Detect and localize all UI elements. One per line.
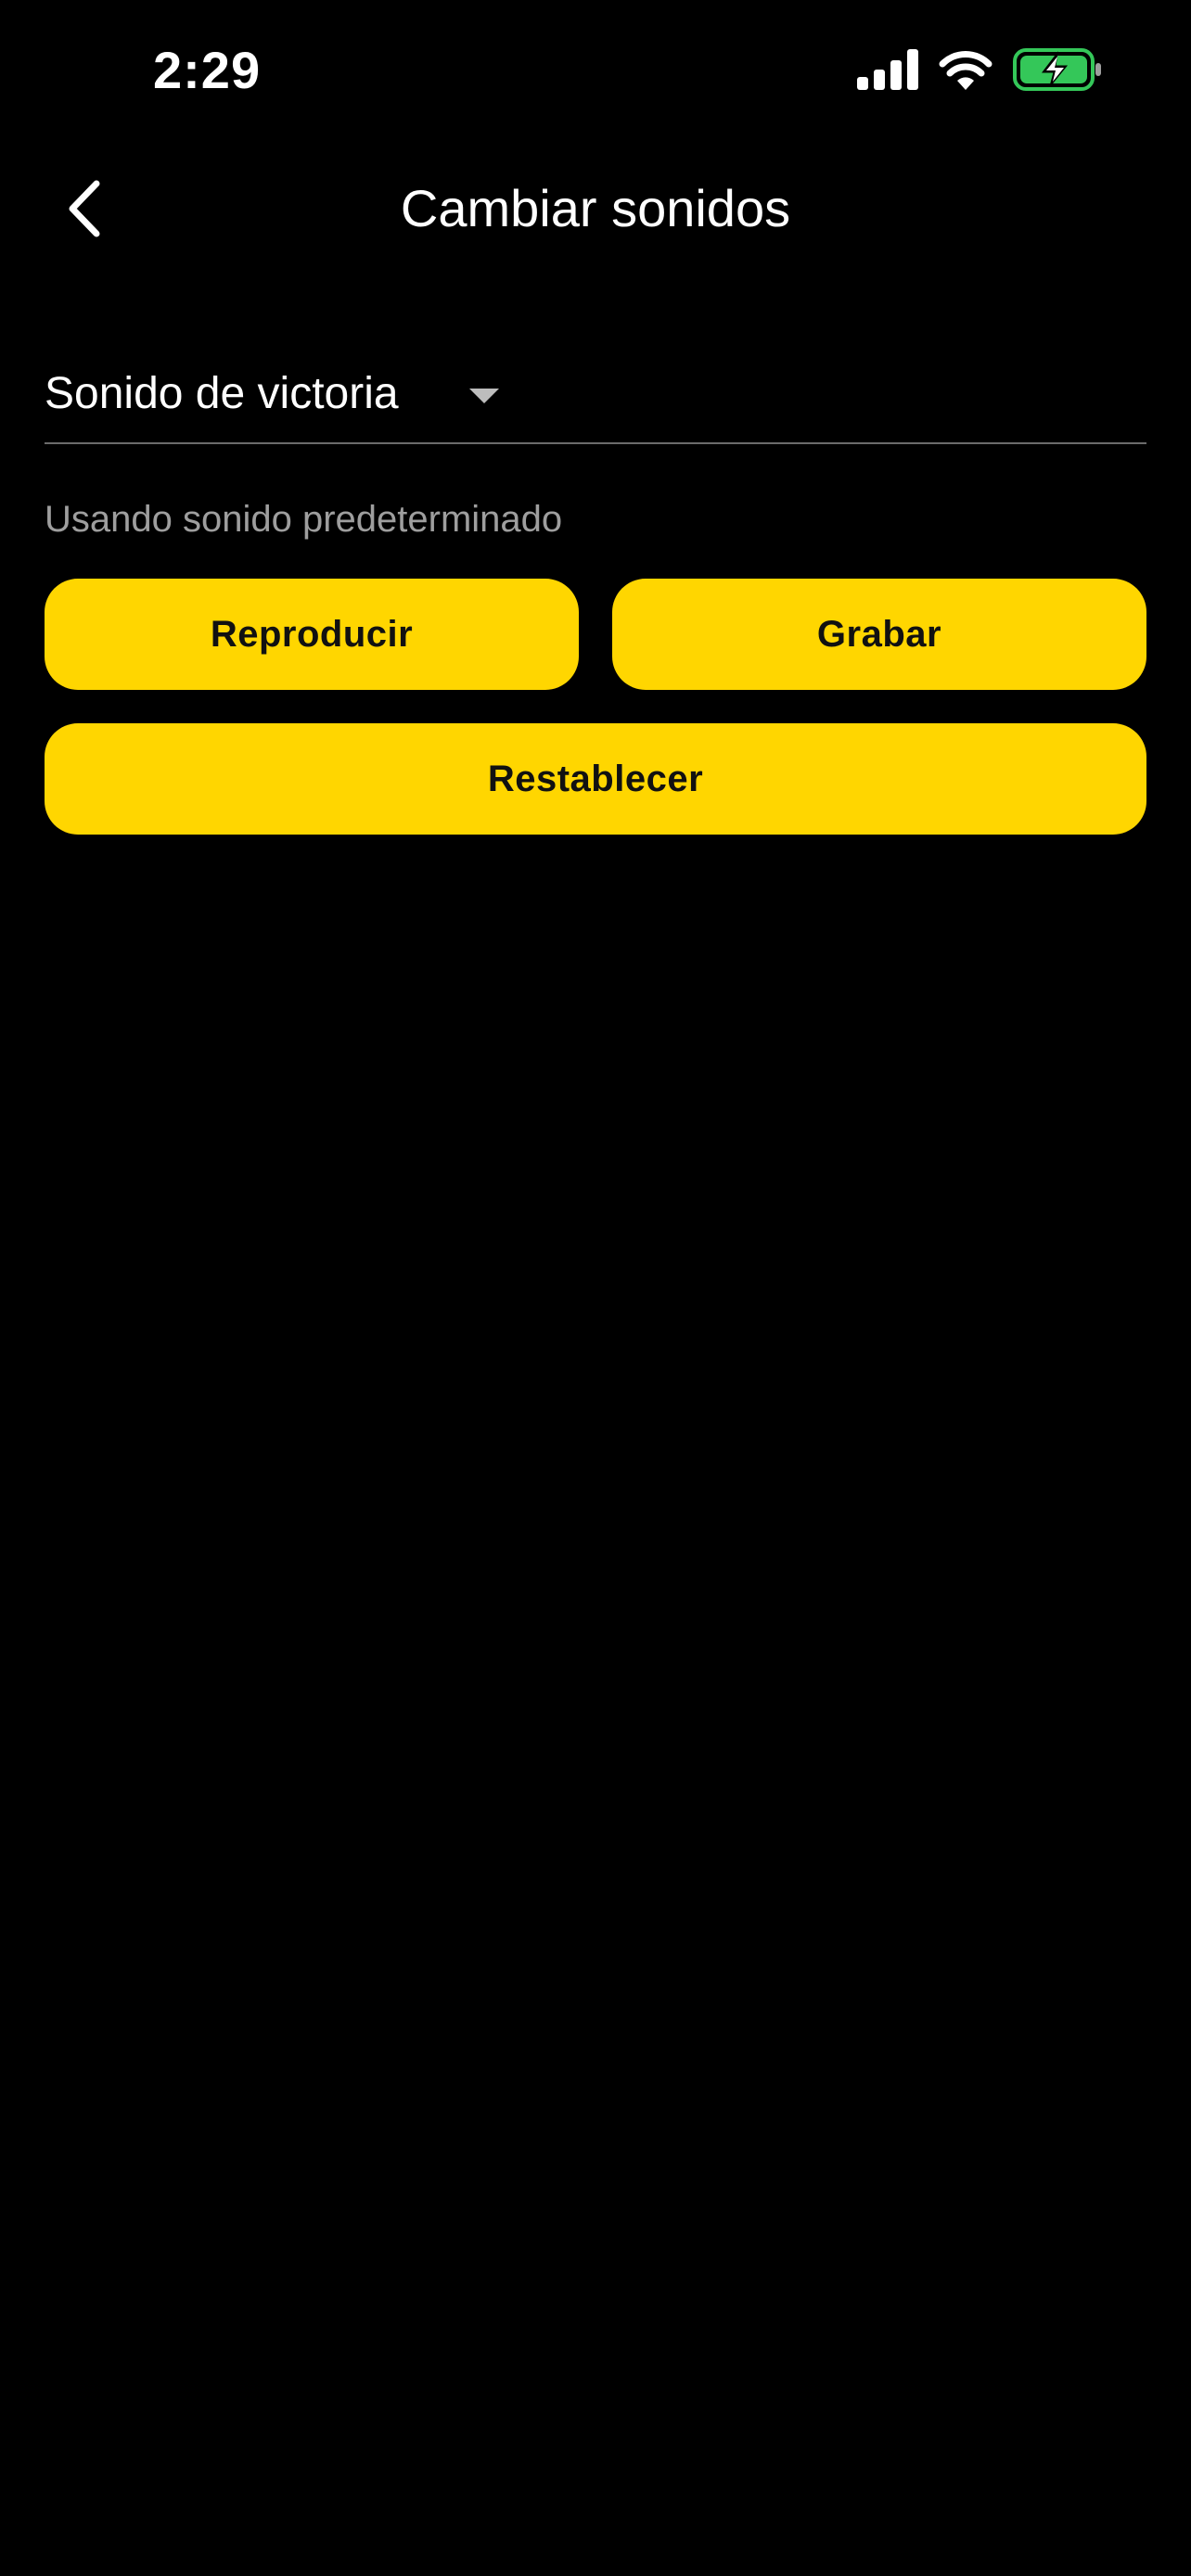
wifi-icon [939,51,992,90]
caret-down-icon [469,389,499,403]
reset-button[interactable]: Restablecer [45,723,1146,835]
status-time: 2:29 [153,41,262,99]
sound-select-value: Sonido de victoria [45,369,399,418]
signal-icon [857,49,918,90]
sound-select-dropdown[interactable]: Sonido de victoria [45,357,1146,444]
nav-bar: Cambiar sonidos [0,158,1191,260]
page-title: Cambiar sonidos [400,179,791,237]
battery-charging-icon [1013,48,1101,91]
sound-status-text: Usando sonido predeterminado [45,499,563,540]
status-bar: 2:29 [0,0,1191,139]
play-button[interactable]: Reproducir [45,579,579,690]
record-button[interactable]: Grabar [612,579,1146,690]
status-icons [857,48,1102,91]
